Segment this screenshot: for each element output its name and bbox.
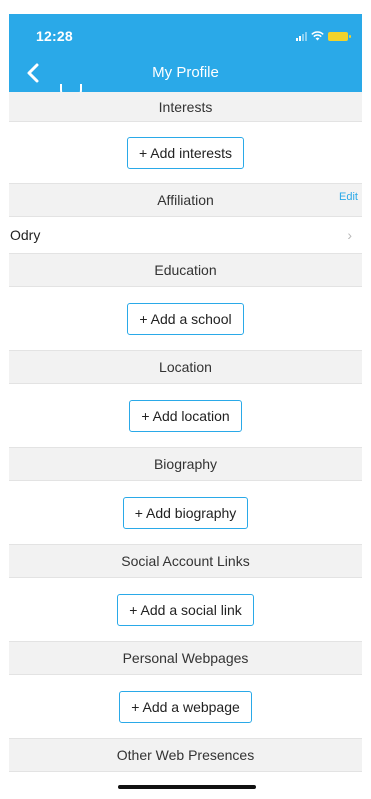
add-social-link-button[interactable]: + Add a social link: [117, 593, 254, 626]
section-header-affiliation: Affiliation Edit: [9, 183, 362, 217]
section-body-interests: + Add interests: [9, 122, 362, 183]
section-header-personal-webpages: Personal Webpages: [9, 641, 362, 675]
section-header-location: Location: [9, 350, 362, 384]
section-body-location: + Add location: [9, 384, 362, 447]
add-interests-button[interactable]: + Add interests: [126, 136, 244, 169]
add-school-button[interactable]: + Add a school: [127, 302, 244, 335]
section-title: Education: [154, 262, 217, 278]
section-body-personal-webpages: + Add a webpage: [9, 675, 362, 738]
section-title: Personal Webpages: [122, 650, 249, 666]
affiliation-row[interactable]: Odry ›: [9, 217, 362, 253]
edit-affiliation-button[interactable]: Edit: [339, 181, 358, 214]
section-title: Other Web Presences: [116, 747, 255, 763]
status-bar: 12:28: [9, 14, 362, 54]
app-screen: 12:28 My Profile Interests + Add interes…: [9, 14, 362, 799]
add-location-button[interactable]: + Add location: [129, 399, 242, 432]
section-header-education: Education: [9, 253, 362, 287]
chevron-right-icon: ›: [347, 227, 352, 243]
affiliation-value: Odry: [10, 227, 41, 243]
section-title: Interests: [158, 99, 213, 115]
section-header-interests: Interests: [9, 92, 362, 122]
section-header-social-links: Social Account Links: [9, 544, 362, 578]
page-title: My Profile: [152, 64, 219, 81]
profile-content[interactable]: Interests + Add interests Affiliation Ed…: [9, 84, 362, 772]
status-time: 12:28: [36, 28, 73, 44]
section-header-other-web-presences: Other Web Presences: [9, 738, 362, 772]
add-biography-button[interactable]: + Add biography: [122, 496, 249, 529]
section-title: Biography: [153, 456, 218, 472]
section-body-biography: + Add biography: [9, 481, 362, 544]
section-title: Affiliation: [157, 192, 214, 208]
section-title: Social Account Links: [121, 553, 250, 569]
add-webpage-button[interactable]: + Add a webpage: [119, 690, 252, 723]
section-body-education: + Add a school: [9, 287, 362, 350]
battery-icon: [328, 31, 351, 41]
signal-icon: [296, 31, 307, 41]
status-icons: [296, 31, 351, 41]
section-title: Location: [159, 359, 212, 375]
wifi-icon: [311, 31, 324, 41]
section-header-biography: Biography: [9, 447, 362, 481]
section-body-social-links: + Add a social link: [9, 578, 362, 641]
home-indicator[interactable]: [118, 785, 256, 789]
